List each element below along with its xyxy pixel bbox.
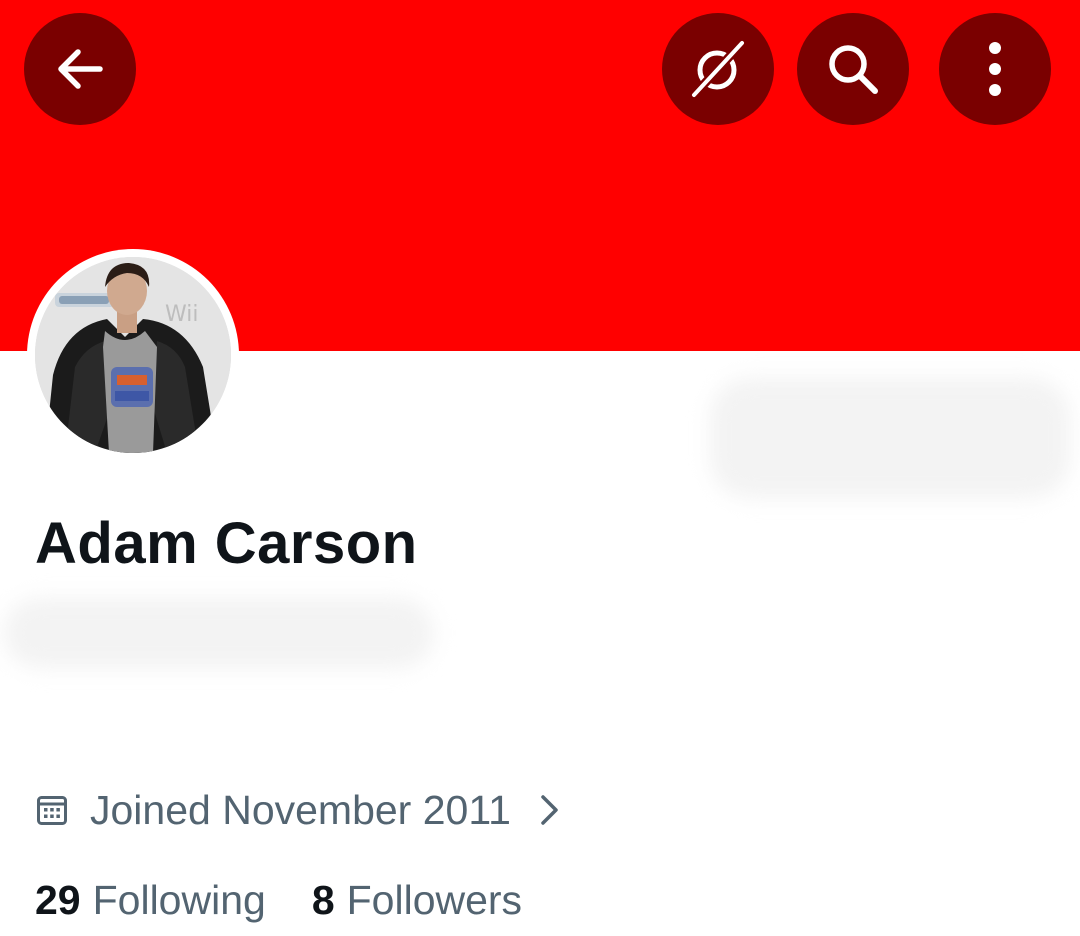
following-label: Following: [92, 876, 266, 923]
back-arrow-icon: [58, 49, 103, 89]
following-link[interactable]: 29 Following: [35, 877, 266, 924]
profile-name: Adam Carson: [35, 511, 418, 576]
following-count: 29: [35, 876, 81, 923]
more-vertical-icon: [989, 42, 1001, 96]
joined-date-text: Joined November 2011: [90, 786, 511, 833]
avatar-photo: Wii: [35, 257, 231, 453]
chevron-right-icon: [541, 795, 558, 825]
followers-label: Followers: [346, 876, 523, 923]
avatar[interactable]: Wii: [27, 249, 239, 461]
followers-count: 8: [311, 876, 335, 923]
redacted-handle: [4, 598, 434, 668]
profile-page: Wii Adam Carson Joined November 2011 29 …: [0, 0, 1080, 936]
back-button[interactable]: [24, 13, 136, 125]
grok-button[interactable]: [662, 13, 774, 125]
redacted-area: [710, 378, 1070, 498]
svg-text:Wii: Wii: [165, 302, 199, 327]
search-icon: [829, 45, 878, 94]
calendar-icon: [37, 796, 67, 825]
more-options-button[interactable]: [939, 13, 1051, 125]
followers-link[interactable]: 8 Followers: [312, 877, 522, 924]
joined-date-row[interactable]: Joined November 2011: [36, 784, 561, 836]
grok-icon: [690, 39, 746, 99]
follow-stats: 29 Following 8 Followers: [35, 872, 522, 928]
search-button[interactable]: [797, 13, 909, 125]
